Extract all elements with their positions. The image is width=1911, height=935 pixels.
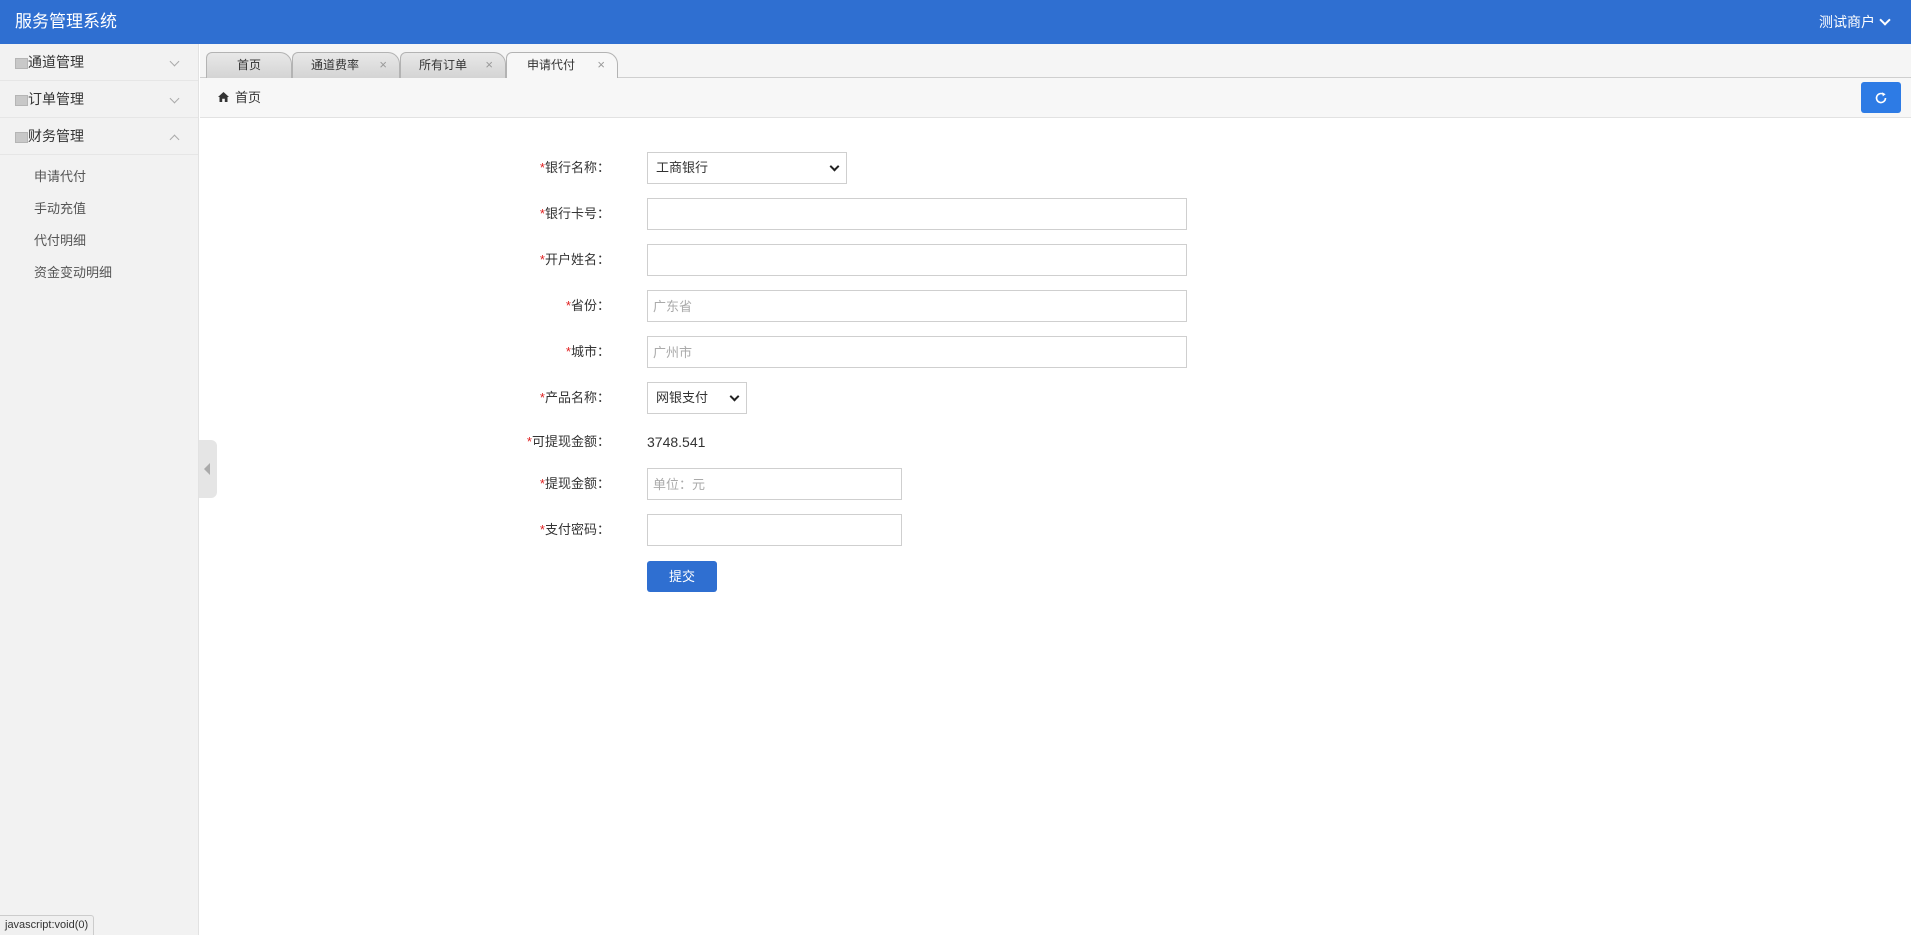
chevron-down-icon <box>169 56 180 67</box>
label-text: 开户姓名： <box>544 252 610 267</box>
refresh-button[interactable] <box>1861 82 1901 113</box>
sidebar-group-finance[interactable]: 财务管理 <box>0 118 198 155</box>
product-label: *产品名称： <box>500 382 610 414</box>
card-number-label: *银行卡号： <box>500 198 610 230</box>
top-header: 服务管理系统 测试商户 <box>0 0 1911 44</box>
tab-label: 通道费率 <box>310 58 359 72</box>
sidebar-group-orders[interactable]: 订单管理 <box>0 81 198 118</box>
province-input[interactable] <box>647 290 1187 322</box>
sidebar-group-label: 财务管理 <box>28 128 84 144</box>
selected-value: 网银支付 <box>656 390 709 405</box>
account-name-label: *开户姓名： <box>500 244 610 276</box>
city-input[interactable] <box>647 336 1187 368</box>
tab-home[interactable]: 首页 <box>206 52 292 78</box>
tab-all-orders[interactable]: 所有订单 × <box>400 52 506 78</box>
province-label: *省份： <box>500 290 610 322</box>
tab-apply-payout[interactable]: 申请代付 × <box>506 52 618 78</box>
pay-password-label: *支付密码： <box>500 514 610 546</box>
sidebar-item-apply-payout[interactable]: 申请代付 <box>0 161 198 193</box>
folder-icon <box>15 95 28 106</box>
selected-value: 工商银行 <box>656 160 709 175</box>
status-bar-link: javascript:void(0) <box>0 915 95 935</box>
collapse-left-icon <box>204 463 210 475</box>
city-label: *城市： <box>500 336 610 368</box>
sidebar-item-fund-changes[interactable]: 资金变动明细 <box>0 257 198 289</box>
finance-submenu: 申请代付 手动充值 代付明细 资金变动明细 <box>0 155 198 289</box>
chevron-down-icon <box>1879 14 1891 26</box>
chevron-up-icon <box>169 134 180 145</box>
close-icon[interactable]: × <box>597 53 605 77</box>
label-text: 城市： <box>570 344 610 359</box>
submit-button[interactable]: 提交 <box>647 561 717 592</box>
sidebar-collapse-handle[interactable] <box>199 440 217 498</box>
card-number-input[interactable] <box>647 198 1187 230</box>
label-text: 提现金额： <box>544 476 610 491</box>
product-select[interactable]: 网银支付 <box>647 382 747 414</box>
bank-name-label: *银行名称： <box>500 152 610 184</box>
refresh-icon <box>1875 92 1887 104</box>
amount-input[interactable] <box>647 468 902 500</box>
available-amount: 3748.541 <box>647 434 706 450</box>
amount-label: *提现金额： <box>500 468 610 500</box>
label-text: 支付密码： <box>544 522 610 537</box>
bank-name-select[interactable]: 工商银行 <box>647 152 847 184</box>
user-menu[interactable]: 测试商户 <box>1819 0 1891 44</box>
sidebar-group-label: 通道管理 <box>28 54 84 70</box>
close-icon[interactable]: × <box>379 53 387 77</box>
sidebar-item-payout-details[interactable]: 代付明细 <box>0 225 198 257</box>
tab-label: 首页 <box>236 58 261 72</box>
breadcrumb-bar: 首页 <box>200 78 1911 118</box>
sidebar-group-channel[interactable]: 通道管理 <box>0 44 198 81</box>
label-text: 银行卡号： <box>544 206 610 221</box>
folder-icon <box>15 58 28 69</box>
user-name: 测试商户 <box>1819 14 1875 30</box>
chevron-down-icon <box>829 161 840 172</box>
tab-label: 申请代付 <box>526 58 575 72</box>
breadcrumb-label: 首页 <box>235 90 262 105</box>
sidebar: 通道管理 订单管理 财务管理 申请代付 手动充值 代付明细 资金变动明细 <box>0 44 199 935</box>
label-text: 银行名称： <box>544 160 610 175</box>
tab-label: 所有订单 <box>418 58 467 72</box>
sidebar-item-manual-recharge[interactable]: 手动充值 <box>0 193 198 225</box>
pay-password-input[interactable] <box>647 514 902 546</box>
folder-icon <box>15 132 28 143</box>
available-label: *可提现金额： <box>500 426 610 458</box>
label-text: 产品名称： <box>544 390 610 405</box>
chevron-down-icon <box>169 93 180 104</box>
account-name-input[interactable] <box>647 244 1187 276</box>
breadcrumb-home[interactable]: 首页 <box>218 78 261 117</box>
sidebar-group-label: 订单管理 <box>28 91 84 107</box>
label-text: 可提现金额： <box>531 434 610 449</box>
app-title: 服务管理系统 <box>15 12 117 31</box>
chevron-down-icon <box>729 391 740 402</box>
close-icon[interactable]: × <box>485 53 493 77</box>
label-text: 省份： <box>570 298 610 313</box>
tab-channel-rates[interactable]: 通道费率 × <box>292 52 400 78</box>
home-icon <box>218 92 229 102</box>
tab-bar: 首页 通道费率 × 所有订单 × 申请代付 × <box>200 44 1911 78</box>
